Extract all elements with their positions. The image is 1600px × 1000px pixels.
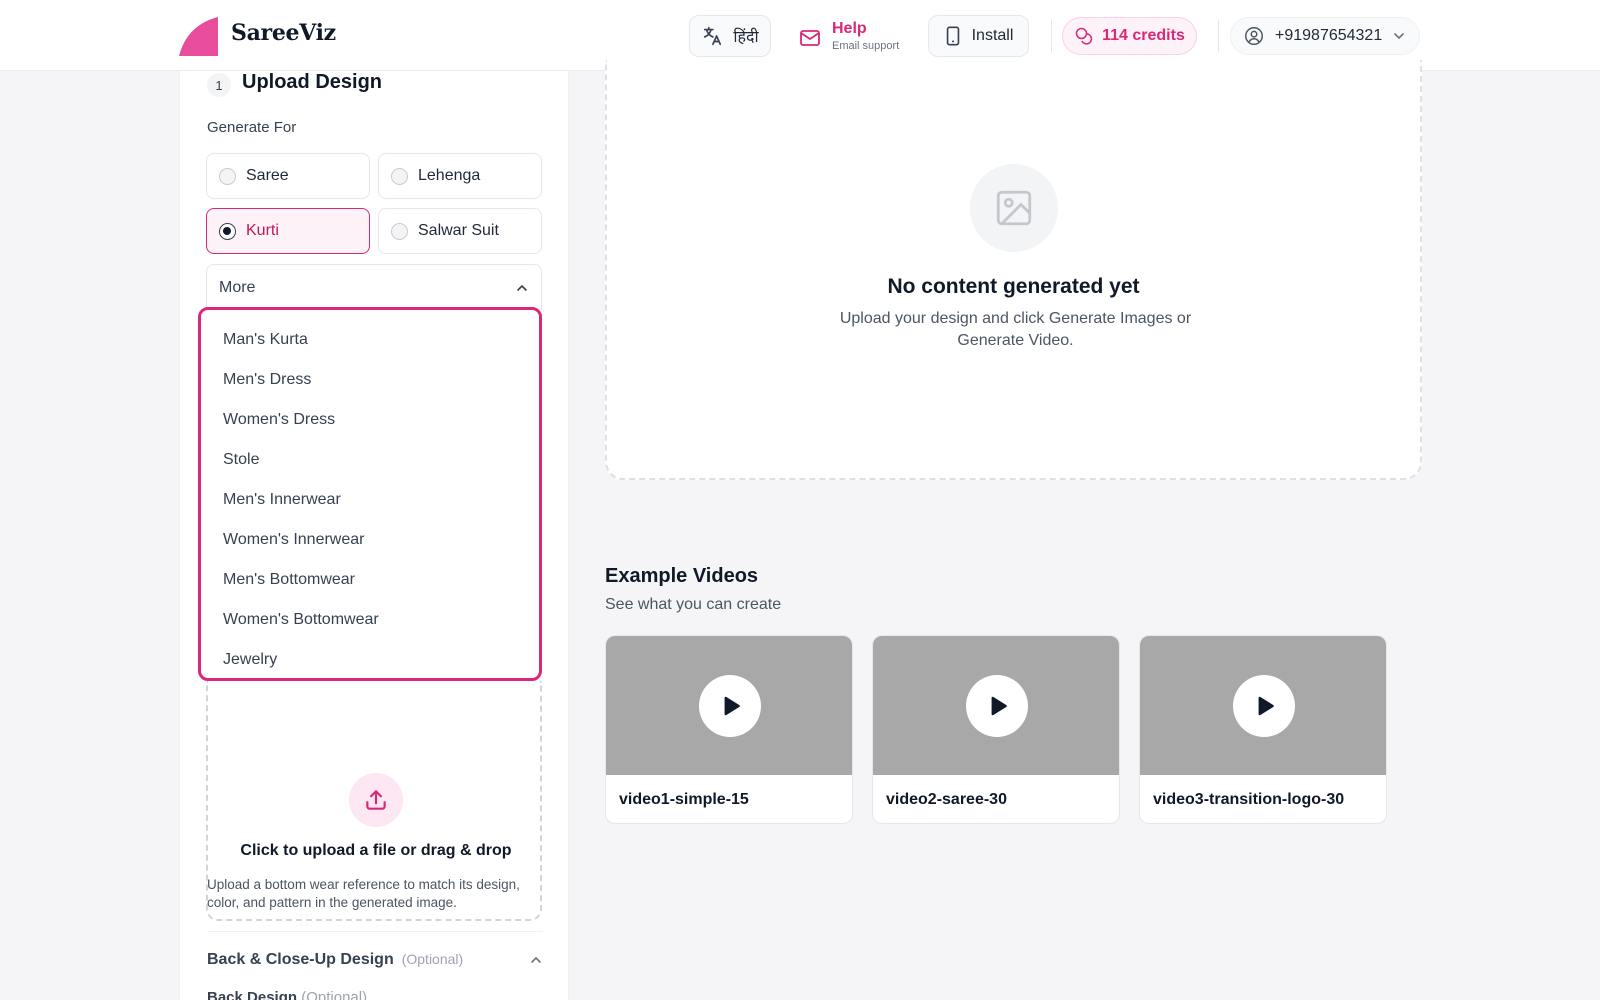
- option-salwar-suit[interactable]: Salwar Suit: [378, 208, 542, 254]
- video-thumbnail[interactable]: [1140, 636, 1386, 775]
- coins-icon: [1075, 27, 1093, 45]
- radio-button-selected[interactable]: [219, 222, 236, 240]
- dropdown-option[interactable]: Men's Dress: [201, 360, 539, 400]
- play-icon: [991, 696, 1007, 716]
- chevron-up-icon: [531, 956, 541, 963]
- mail-icon: [800, 30, 820, 46]
- play-icon: [1258, 696, 1274, 716]
- video-thumbnail[interactable]: [873, 636, 1119, 775]
- section-title: Upload Design: [242, 71, 383, 93]
- credits-label: 114 credits: [1102, 27, 1185, 44]
- install-label: Install: [971, 27, 1014, 44]
- language-toggle-button[interactable]: हिंदी: [689, 15, 771, 57]
- upload-instruction: Click to upload a file or drag & drop: [240, 842, 512, 859]
- dropdown-option[interactable]: Men's Bottomwear: [201, 560, 539, 600]
- play-button[interactable]: [1233, 675, 1295, 737]
- play-icon: [724, 696, 740, 716]
- dropdown-option[interactable]: Man's Kurta: [201, 320, 539, 360]
- back-close-up-toggle[interactable]: Back & Close-Up Design (Optional): [207, 951, 543, 969]
- more-select-value: More: [219, 278, 256, 296]
- play-button[interactable]: [699, 675, 761, 737]
- credits-badge[interactable]: 114 credits: [1062, 17, 1197, 55]
- option-lehenga[interactable]: Lehenga: [378, 153, 542, 199]
- back-close-up-title: Back & Close-Up Design: [207, 951, 394, 968]
- radio-button[interactable]: [391, 222, 408, 240]
- optional-tag: (Optional): [401, 951, 464, 967]
- chevron-down-icon: [1394, 33, 1405, 40]
- upload-design-panel: 1 Upload Design Generate For Saree Lehen…: [179, 71, 569, 1000]
- translate-icon: [704, 26, 722, 46]
- upload-hint-text: Upload a bottom wear reference to match …: [207, 877, 520, 910]
- empty-state-icon-wrap: [970, 164, 1058, 252]
- video-name: video3-transition-logo-30: [1153, 791, 1345, 808]
- play-button[interactable]: [966, 675, 1028, 737]
- option-saree[interactable]: Saree: [206, 153, 370, 199]
- generated-content-area: No content generated yet Upload your des…: [605, 60, 1422, 480]
- help-link[interactable]: Help Email support: [798, 20, 899, 54]
- dropdown-option[interactable]: Stole: [201, 440, 539, 480]
- upload-icon: [366, 790, 386, 810]
- dropdown-option[interactable]: Women's Innerwear: [201, 520, 539, 560]
- header-divider: [1218, 20, 1219, 52]
- back-design-label: Back Design (Optional): [207, 989, 367, 1000]
- example-videos-title: Example Videos: [605, 565, 759, 587]
- video-thumbnail[interactable]: [606, 636, 852, 775]
- radio-button[interactable]: [219, 167, 236, 185]
- radio-button[interactable]: [391, 167, 408, 185]
- dropdown-option[interactable]: Jewelry: [201, 640, 539, 680]
- help-title: Help: [832, 20, 867, 37]
- more-dropdown-list: Man's Kurta Men's Dress Women's Dress St…: [198, 307, 542, 681]
- option-kurti[interactable]: Kurti: [206, 208, 370, 254]
- phone-icon: [946, 26, 959, 46]
- empty-state-title: No content generated yet: [887, 275, 1140, 298]
- video-name: video1-simple-15: [619, 791, 749, 808]
- option-label: Kurti: [246, 222, 279, 239]
- dropdown-option[interactable]: Women's Bottomwear: [201, 600, 539, 640]
- chevron-up-icon: [517, 284, 527, 291]
- section-divider: [207, 931, 543, 932]
- upload-button[interactable]: [349, 773, 403, 827]
- generate-for-label: Generate For: [207, 119, 297, 136]
- dropdown-option[interactable]: Women's Dress: [201, 400, 539, 440]
- dropdown-option[interactable]: Men's Innerwear: [201, 480, 539, 520]
- image-placeholder-icon: [996, 190, 1032, 226]
- back-close-up-label: Back & Close-Up Design (Optional): [207, 951, 463, 969]
- account-phone: +91987654321: [1275, 27, 1383, 44]
- step-number: 1: [207, 73, 231, 97]
- user-circle-icon: [1245, 27, 1263, 45]
- video-card[interactable]: video1-simple-15: [605, 635, 853, 824]
- more-select[interactable]: More: [206, 264, 542, 310]
- video-name: video2-saree-30: [886, 791, 1007, 808]
- header-divider: [1051, 20, 1052, 52]
- help-text: Help Email support: [832, 20, 899, 54]
- option-label: Salwar Suit: [418, 222, 499, 239]
- language-label: हिंदी: [733, 29, 759, 46]
- option-label: Saree: [246, 167, 289, 184]
- help-subtitle: Email support: [832, 40, 900, 52]
- empty-state-subtitle: Upload your design and click Generate Im…: [839, 310, 1192, 349]
- video-card[interactable]: video3-transition-logo-30: [1139, 635, 1387, 824]
- back-design-title: Back Design: [207, 989, 298, 1000]
- install-button[interactable]: Install: [928, 15, 1029, 57]
- logo-icon: [179, 17, 218, 56]
- option-label: Lehenga: [418, 167, 481, 184]
- example-videos-subtitle: See what you can create: [605, 596, 782, 613]
- optional-tag: (Optional): [301, 989, 368, 1000]
- app-logo-text: SareeViz: [231, 20, 336, 46]
- account-menu[interactable]: +91987654321: [1230, 17, 1420, 55]
- video-card[interactable]: video2-saree-30: [872, 635, 1120, 824]
